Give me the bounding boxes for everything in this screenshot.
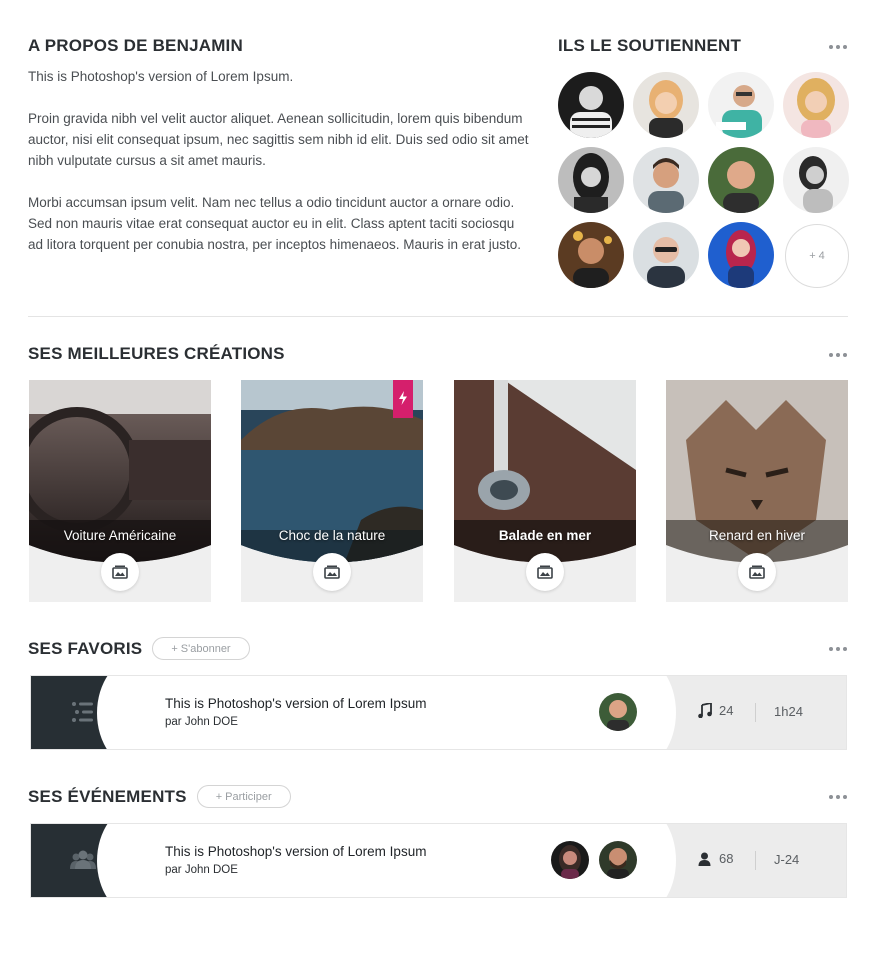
about-title: A PROPOS DE BENJAMIN bbox=[28, 36, 243, 55]
creation-card[interactable]: Balade en mer bbox=[454, 380, 636, 602]
favorite-item[interactable]: This is Photoshop's version of Lorem Ips… bbox=[30, 675, 847, 750]
supporter-avatar[interactable] bbox=[783, 72, 849, 138]
event-participant-avatar[interactable] bbox=[599, 841, 637, 879]
stats-separator bbox=[755, 703, 756, 722]
subscribe-button[interactable]: + S'abonner bbox=[152, 637, 250, 660]
supporter-avatar[interactable] bbox=[783, 147, 849, 213]
creation-card[interactable]: Renard en hiver bbox=[666, 380, 848, 602]
supporter-avatar[interactable] bbox=[708, 72, 774, 138]
favorites-title: SES FAVORIS bbox=[28, 638, 143, 658]
creation-image bbox=[666, 380, 848, 572]
gallery-icon bbox=[749, 565, 765, 579]
stats-separator bbox=[755, 851, 756, 870]
gallery-badge bbox=[738, 553, 776, 591]
supporter-avatar[interactable] bbox=[708, 222, 774, 288]
creations-more-options-icon[interactable] bbox=[828, 352, 850, 358]
gallery-icon bbox=[112, 565, 128, 579]
creation-title: Choc de la nature bbox=[278, 528, 386, 543]
music-note-icon bbox=[698, 703, 712, 718]
creation-card[interactable]: Choc de la nature bbox=[241, 380, 423, 602]
about-section: A PROPOS DE BENJAMIN This is Photoshop's… bbox=[28, 36, 533, 276]
participant-count: 68 bbox=[698, 851, 733, 866]
lightning-icon bbox=[399, 391, 407, 405]
creation-title: Voiture Américaine bbox=[63, 528, 177, 543]
person-icon bbox=[698, 852, 711, 866]
supporter-avatar[interactable] bbox=[708, 147, 774, 213]
more-supporters-button[interactable]: + 4 bbox=[785, 224, 849, 288]
gallery-badge bbox=[313, 553, 351, 591]
favorite-thumbnail bbox=[31, 676, 137, 749]
playlist-icon bbox=[72, 702, 93, 722]
supporter-avatar[interactable] bbox=[558, 72, 624, 138]
event-title: This is Photoshop's version of Lorem Ips… bbox=[165, 844, 427, 859]
supporters-title: ILS LE SOUTIENNENT bbox=[558, 36, 742, 55]
favorite-stats: 24 1h24 bbox=[666, 676, 846, 749]
events-header: SES ÉVÉNEMENTS + Participer bbox=[28, 785, 291, 808]
group-icon bbox=[70, 850, 96, 869]
favorites-header: SES FAVORIS + S'abonner bbox=[28, 637, 250, 660]
events-title: SES ÉVÉNEMENTS bbox=[28, 786, 187, 806]
supporter-avatar[interactable] bbox=[558, 147, 624, 213]
event-item[interactable]: This is Photoshop's version of Lorem Ips… bbox=[30, 823, 847, 898]
gallery-icon bbox=[324, 565, 340, 579]
event-deadline: J-24 bbox=[774, 852, 800, 867]
gallery-badge bbox=[101, 553, 139, 591]
favorite-author: par John DOE bbox=[165, 716, 238, 728]
participate-button[interactable]: + Participer bbox=[196, 785, 291, 808]
favorites-more-options-icon[interactable] bbox=[828, 646, 850, 652]
section-divider bbox=[28, 316, 848, 317]
supporters-section: ILS LE SOUTIENNENT + 4 bbox=[558, 36, 850, 288]
track-count: 24 bbox=[698, 703, 733, 718]
creation-image bbox=[454, 380, 636, 572]
creations-title: SES MEILLEURES CRÉATIONS bbox=[28, 344, 285, 363]
event-thumbnail bbox=[31, 824, 137, 897]
supporter-avatar[interactable] bbox=[633, 72, 699, 138]
supporter-avatar[interactable] bbox=[633, 222, 699, 288]
supporters-more-options-icon[interactable] bbox=[828, 44, 850, 50]
track-count-value: 24 bbox=[719, 703, 734, 718]
event-author: par John DOE bbox=[165, 864, 238, 876]
gallery-badge bbox=[526, 553, 564, 591]
events-more-options-icon[interactable] bbox=[828, 794, 850, 800]
favorite-title: This is Photoshop's version of Lorem Ips… bbox=[165, 696, 427, 711]
supporter-avatar[interactable] bbox=[558, 222, 624, 288]
creation-title: Balade en mer bbox=[498, 528, 592, 543]
supporter-avatar[interactable] bbox=[633, 147, 699, 213]
event-participant-avatar[interactable] bbox=[551, 841, 589, 879]
creation-card[interactable]: Voiture Américaine bbox=[29, 380, 211, 602]
about-paragraph: Morbi accumsan ipsum velit. Nam nec tell… bbox=[28, 195, 522, 252]
creation-title: Renard en hiver bbox=[708, 528, 806, 543]
about-paragraph: Proin gravida nibh vel velit auctor aliq… bbox=[28, 111, 529, 168]
about-paragraph: This is Photoshop's version of Lorem Ips… bbox=[28, 69, 294, 84]
featured-ribbon bbox=[393, 380, 413, 418]
participant-count-value: 68 bbox=[719, 851, 734, 866]
duration: 1h24 bbox=[774, 704, 803, 719]
gallery-icon bbox=[537, 565, 553, 579]
creation-image bbox=[29, 380, 211, 572]
favorite-avatar[interactable] bbox=[599, 693, 637, 731]
event-stats: 68 J-24 bbox=[666, 824, 846, 897]
